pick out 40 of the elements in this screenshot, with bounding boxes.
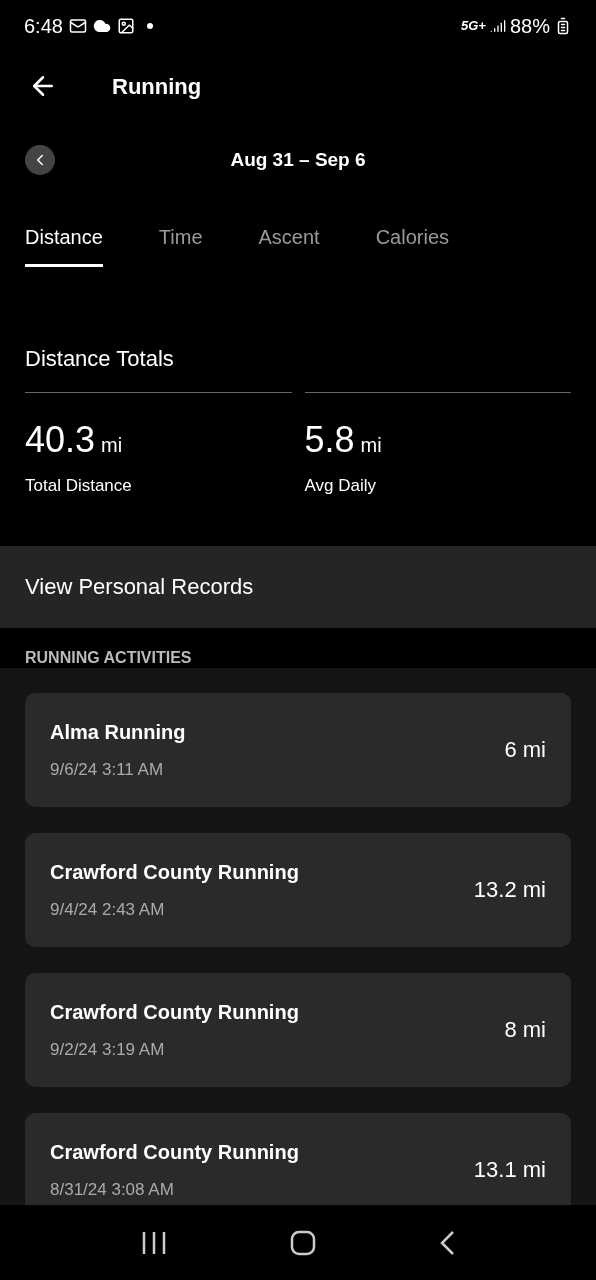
tab[interactable]: Time bbox=[158, 209, 203, 267]
image-icon bbox=[116, 17, 135, 35]
cloud-icon bbox=[92, 17, 111, 35]
activity-distance: 8 mi bbox=[504, 1016, 546, 1044]
personal-records-button[interactable]: View Personal Records bbox=[0, 545, 596, 628]
signal-icon bbox=[489, 18, 506, 34]
recent-apps-icon[interactable] bbox=[141, 1230, 168, 1255]
network-type: 5G+ bbox=[461, 17, 486, 36]
mail-icon bbox=[68, 17, 87, 35]
activity-distance: 13.1 mi bbox=[473, 1156, 546, 1184]
activity-date: 9/6/24 3:11 AM bbox=[50, 758, 165, 781]
home-icon[interactable] bbox=[290, 1229, 316, 1256]
status-time: 6:48 bbox=[24, 14, 63, 39]
section-heading: RUNNING ACTIVITIES bbox=[24, 647, 193, 668]
tab[interactable]: Distance bbox=[25, 209, 103, 267]
date-range: Aug 31 – Sep 6 bbox=[230, 147, 366, 172]
activity-name: Crawford County Running bbox=[50, 859, 299, 885]
activity-date: 9/2/24 3:19 AM bbox=[50, 1038, 166, 1061]
stat-value: 5.8 mi bbox=[304, 418, 383, 462]
activity-name: Alma Running bbox=[50, 719, 186, 745]
activity-card[interactable]: Crawford County Running 9/2/24 3:19 AM 8 mi bbox=[25, 972, 571, 1087]
activity-name: Crawford County Running bbox=[50, 999, 299, 1025]
activity-date: 9/4/24 2:43 AM bbox=[50, 898, 166, 921]
activity-date: 8/31/24 3:08 AM bbox=[50, 1178, 175, 1201]
activity-distance: 13.2 mi bbox=[473, 876, 546, 904]
stat-label: Total Distance bbox=[25, 475, 133, 497]
activity-distance: 6 mi bbox=[504, 736, 546, 764]
page-title: Running bbox=[112, 72, 202, 101]
battery-level: 88% bbox=[509, 14, 550, 39]
activity-card[interactable]: Crawford County Running 9/4/24 2:43 AM 13.2 mi bbox=[25, 832, 571, 947]
activity-name: Crawford County Running bbox=[50, 1139, 299, 1165]
previous-week-button[interactable] bbox=[25, 145, 55, 175]
tab[interactable]: Calories bbox=[375, 209, 450, 267]
activity-card[interactable]: Alma Running 9/6/24 3:11 AM 6 mi bbox=[25, 692, 571, 807]
activity-card[interactable]: Crawford County Running 8/31/24 3:08 AM 13.1 mi bbox=[25, 1112, 571, 1205]
stat-label: Avg Daily bbox=[304, 475, 377, 497]
section-title: Distance Totals bbox=[25, 345, 175, 373]
back-nav-icon[interactable] bbox=[438, 1229, 455, 1256]
stat-value: 40.3 mi bbox=[25, 418, 124, 462]
tab[interactable]: Ascent bbox=[258, 209, 320, 267]
